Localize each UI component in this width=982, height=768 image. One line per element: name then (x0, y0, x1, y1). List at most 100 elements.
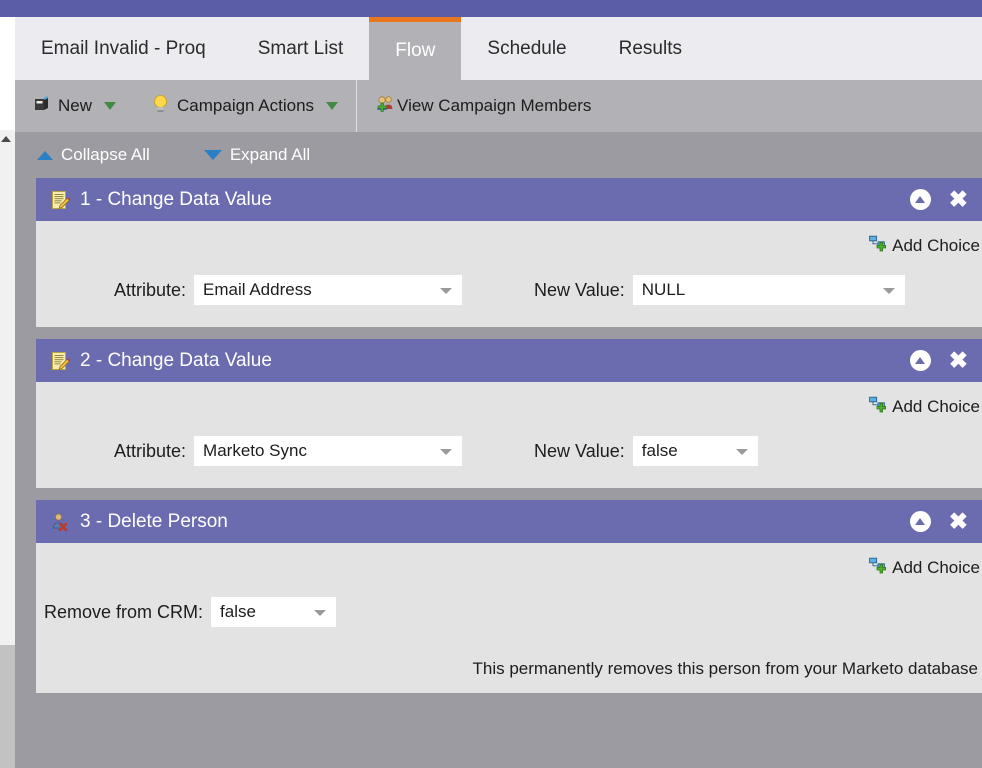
toolbar-campaign-actions-label: Campaign Actions (177, 96, 315, 115)
add-choice-label: Add Choice (892, 397, 980, 416)
change-data-value-icon (50, 351, 70, 371)
close-icon[interactable]: ✖ (949, 349, 968, 372)
add-choice-row: Add Choice (36, 382, 982, 418)
chevron-down-icon[interactable] (882, 288, 895, 294)
close-icon[interactable]: ✖ (949, 188, 968, 211)
chevron-down-icon[interactable] (735, 449, 748, 455)
collapse-all-label: Collapse All (61, 145, 150, 164)
tab-list: Email Invalid - Proq Smart List Flow Schedu… (15, 17, 982, 80)
add-choice-label: Add Choice (892, 558, 980, 577)
flow-step-header[interactable]: 3 - Delete Person ✖ (36, 500, 982, 543)
flow-step-list: 1 - Change Data Value ✖ Add Choice Attribut… (15, 178, 982, 705)
tab-results[interactable]: Results (593, 17, 708, 80)
people-add-icon (375, 95, 395, 118)
selected-value: false (641, 441, 678, 460)
tab-label: Smart List (257, 37, 344, 59)
flow-step-header[interactable]: 2 - Change Data Value ✖ (36, 339, 982, 382)
left-panel-collapse-icon[interactable] (1, 136, 11, 142)
move-up-icon[interactable] (909, 189, 931, 210)
remove-from-crm-select[interactable]: false (211, 597, 337, 627)
flow-step-actions: ✖ (909, 510, 968, 533)
lightbulb-icon (152, 94, 169, 118)
chevron-down-icon[interactable] (440, 288, 453, 294)
attribute-select[interactable]: Marketo Sync (194, 436, 463, 466)
chevron-down-icon[interactable] (440, 449, 453, 455)
toolbar-view-campaign-members-label: View Campaign Members (397, 96, 592, 115)
flow-step-body: Add Choice Remove from CRM: false This perm… (36, 543, 982, 693)
toolbar-view-campaign-members-button[interactable]: View Campaign Members (357, 80, 609, 132)
collapse-all-button[interactable]: Collapse All (37, 145, 150, 165)
triangle-down-icon (203, 150, 222, 160)
field-label: Remove from CRM: (44, 601, 204, 622)
toolbar: New Campaign Actions View Campaign Membe… (15, 80, 982, 132)
selected-value: NULL (641, 280, 686, 299)
toolbar-new-label: New (58, 96, 93, 115)
move-up-icon[interactable] (909, 350, 931, 371)
expand-all-button[interactable]: Expand All (203, 145, 311, 165)
change-data-value-icon (50, 190, 70, 210)
field-label: New Value: (534, 279, 625, 300)
flow-step-fields: Remove from CRM: false (36, 579, 982, 649)
flow-step-title: 2 - Change Data Value (80, 349, 272, 371)
tab-email-invalid-proq[interactable]: Email Invalid - Proq (15, 17, 232, 80)
selected-value: Email Address (203, 280, 312, 299)
tab-label: Schedule (487, 37, 567, 59)
tab-schedule[interactable]: Schedule (461, 17, 592, 80)
add-choice-icon (869, 235, 888, 257)
flow-step-fields: Attribute: Marketo Sync New Value: false (36, 418, 982, 488)
attribute-select[interactable]: Email Address (194, 275, 463, 305)
add-choice-row: Add Choice (36, 543, 982, 579)
expand-all-label: Expand All (229, 145, 311, 164)
field-label: New Value: (534, 440, 625, 461)
flow-step-body: Add Choice Attribute: Marketo Sync New Valu… (36, 382, 982, 488)
chevron-down-icon[interactable] (104, 102, 117, 110)
selected-value: false (220, 602, 256, 621)
left-rail-lower (0, 645, 15, 768)
flow-step-title: 3 - Delete Person (80, 510, 228, 532)
flow-step-body: Add Choice Attribute: Email Address New Val… (36, 221, 982, 327)
new-value-select[interactable]: false (632, 436, 758, 466)
close-icon[interactable]: ✖ (949, 510, 968, 533)
left-rail-upper (0, 17, 15, 130)
toolbar-campaign-actions-button[interactable]: Campaign Actions (134, 80, 356, 132)
flow-canvas: Collapse All Expand All 1 - Change Data … (15, 132, 982, 768)
flow-step-fields: Attribute: Email Address New Value: NULL (36, 257, 982, 327)
tab-label: Results (618, 37, 682, 59)
flow-step: 1 - Change Data Value ✖ Add Choice Attribut… (36, 178, 982, 327)
flow-step-spacer (15, 327, 982, 339)
flow-step-header[interactable]: 1 - Change Data Value ✖ (36, 178, 982, 221)
flow-step-spacer (15, 488, 982, 500)
flow-step-note: This permanently removes this person fro… (472, 659, 978, 678)
add-choice-icon (869, 396, 888, 418)
chevron-down-icon[interactable] (314, 610, 327, 616)
window-title-strip (0, 0, 982, 17)
add-choice-button[interactable]: Add Choice (869, 396, 980, 418)
tab-label: Email Invalid - Proq (41, 37, 206, 59)
field-label: Attribute: (114, 440, 187, 461)
triangle-up-icon (37, 150, 53, 160)
toolbar-new-button[interactable]: New (15, 80, 134, 132)
chevron-down-icon[interactable] (326, 102, 339, 110)
flow-step-actions: ✖ (909, 188, 968, 211)
add-choice-button[interactable]: Add Choice (869, 557, 980, 579)
flow-step-actions: ✖ (909, 349, 968, 372)
tab-bar: Email Invalid - Proq Smart List Flow Schedu… (15, 17, 982, 80)
move-up-icon[interactable] (909, 511, 931, 532)
flow-step: 2 - Change Data Value ✖ Add Choice Attribut… (36, 339, 982, 488)
selected-value: Marketo Sync (203, 441, 307, 460)
tab-smart-list[interactable]: Smart List (232, 17, 370, 80)
tree-controls: Collapse All Expand All (15, 132, 982, 178)
flow-step: 3 - Delete Person ✖ Add Choice Remove from … (36, 500, 982, 693)
tab-flow[interactable]: Flow (369, 17, 462, 80)
add-choice-row: Add Choice (36, 221, 982, 257)
delete-person-icon (50, 512, 70, 532)
add-choice-icon (869, 557, 888, 579)
new-value-select[interactable]: NULL (632, 275, 905, 305)
flow-step-spacer (15, 693, 982, 705)
add-choice-button[interactable]: Add Choice (869, 235, 980, 257)
flow-step-title: 1 - Change Data Value (80, 188, 272, 210)
field-label: Attribute: (114, 279, 187, 300)
add-choice-label: Add Choice (892, 236, 980, 255)
tab-label: Flow (395, 40, 436, 61)
new-folder-icon (33, 95, 50, 117)
